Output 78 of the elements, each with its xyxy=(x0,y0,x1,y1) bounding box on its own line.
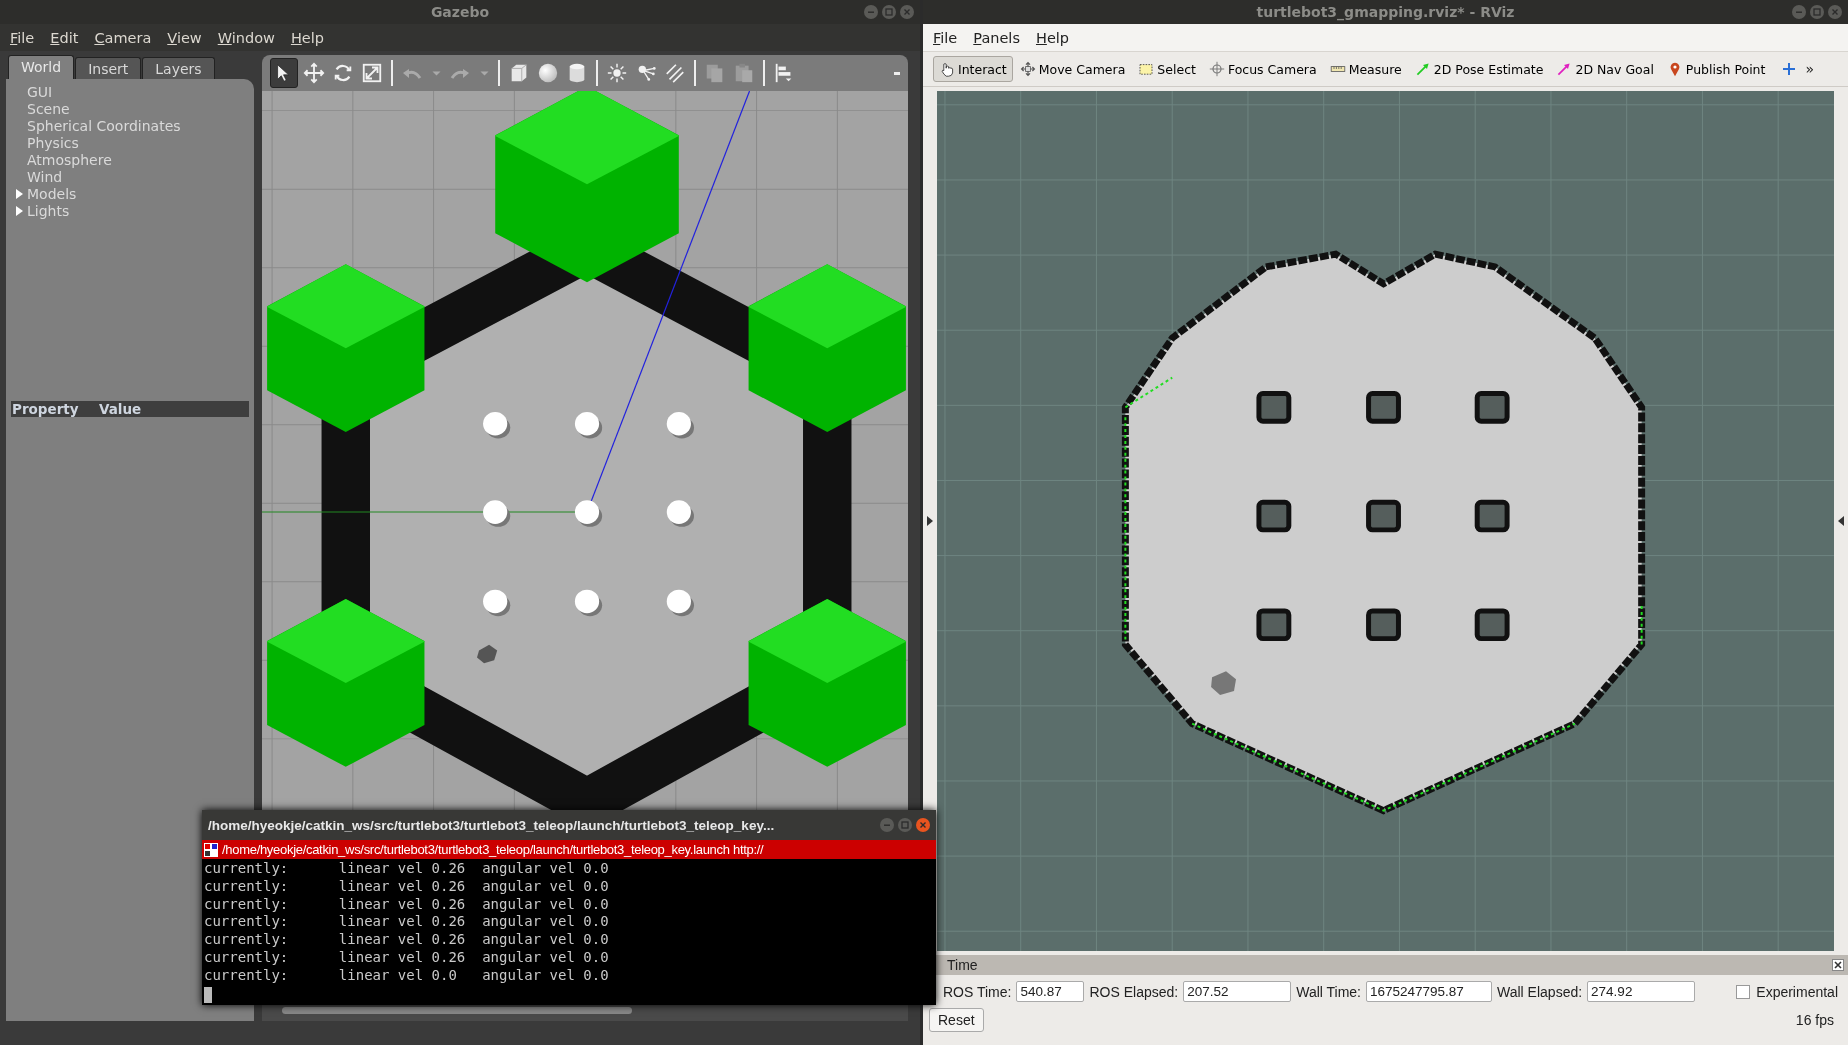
time-field[interactable]: 207.52 xyxy=(1183,981,1292,1002)
menu-item[interactable]: Panels xyxy=(967,27,1026,48)
terminal-line: currently: linear vel 0.0 angular vel 0.0 xyxy=(204,966,610,985)
rotate-tool-icon xyxy=(332,62,354,84)
reset-button[interactable]: Reset xyxy=(929,1008,984,1032)
caret-icon xyxy=(431,70,441,76)
redo-icon xyxy=(450,67,470,79)
toolbar-menu-icon[interactable] xyxy=(894,71,900,75)
terminal-line: currently: linear vel 0.26 angular vel 0.0 xyxy=(204,949,610,967)
directional-light-icon xyxy=(664,62,686,84)
goal-arrow-icon xyxy=(1556,61,1573,77)
terminal-line: currently: linear vel 0.26 angular vel 0.0 xyxy=(204,877,610,896)
tool-button[interactable]: Move Camera xyxy=(1013,56,1132,82)
scale-tool-icon xyxy=(361,62,383,84)
minimize-icon[interactable] xyxy=(1792,5,1806,19)
tool-button[interactable]: Select xyxy=(1132,56,1202,82)
menu-item[interactable]: Edit xyxy=(44,27,85,48)
minimize-icon[interactable] xyxy=(880,818,894,832)
column-header: Property xyxy=(11,401,80,417)
hand-icon xyxy=(939,61,955,77)
sphere-shape-icon xyxy=(537,62,559,84)
terminal-line: currently: linear vel 0.26 angular vel 0.0 xyxy=(204,913,610,932)
field-label: ROS Time: xyxy=(943,983,1012,1000)
field-label: Wall Time: xyxy=(1296,983,1361,1000)
tool-button[interactable]: Publish Point xyxy=(1660,56,1772,82)
menu-item[interactable]: View xyxy=(161,27,208,48)
tool-button[interactable]: Measure xyxy=(1323,56,1408,82)
close-icon[interactable] xyxy=(1832,959,1844,971)
terminal-tab-icon xyxy=(204,842,218,857)
scrollbar-thumb[interactable] xyxy=(282,1006,632,1014)
pose-arrow-icon xyxy=(1414,61,1431,77)
add-icon[interactable] xyxy=(1782,62,1797,76)
undo-icon xyxy=(402,67,422,79)
expand-arrow-icon[interactable] xyxy=(15,188,24,199)
terminal-line: currently: linear vel 0.26 angular vel 0.0 xyxy=(204,860,610,878)
window-title: /home/hyeokje/catkin_ws/src/turtlebot3/turtlebot3_teleop/launch/turtlebot3_teleop_key... xyxy=(208,817,775,833)
collapse-arrow-icon[interactable] xyxy=(1838,516,1844,526)
field-label: ROS Elapsed: xyxy=(1089,983,1179,1000)
caret-icon xyxy=(479,70,489,76)
menu-item[interactable]: Camera xyxy=(88,27,158,48)
terminal-line: currently: linear vel 0.26 angular vel 0.0 xyxy=(204,931,610,949)
tool-button[interactable]: 2D Nav Goal xyxy=(1550,56,1660,82)
sun-light-icon xyxy=(606,62,628,84)
expand-arrow-icon[interactable] xyxy=(15,205,24,216)
panel-tab[interactable]: Layers xyxy=(142,57,215,79)
menu-item[interactable]: Window xyxy=(211,27,281,48)
crosshair-icon xyxy=(1208,61,1225,77)
window-title: Gazebo xyxy=(430,4,490,20)
move-arrows-tool-icon xyxy=(303,62,325,84)
panel-title: Time xyxy=(947,957,978,973)
checkbox-label: Experimental xyxy=(1756,983,1838,1000)
selection-rectangle-icon xyxy=(1138,61,1155,77)
panel-tab[interactable]: Insert xyxy=(75,57,142,79)
tool-button[interactable]: 2D Pose Estimate xyxy=(1408,56,1550,82)
overflow-menu[interactable]: » xyxy=(1805,61,1816,77)
time-field[interactable]: 540.87 xyxy=(1016,981,1085,1002)
checkbox[interactable] xyxy=(1736,984,1751,999)
column-header: Value xyxy=(98,401,143,417)
window-title: turtlebot3_gmapping.rviz* - RViz xyxy=(1256,4,1515,20)
time-field[interactable]: 1675247795.87 xyxy=(1366,981,1492,1002)
menu-item[interactable]: Help xyxy=(284,27,330,48)
menu-item[interactable]: File xyxy=(4,27,41,48)
minimize-icon[interactable] xyxy=(864,5,878,19)
move-arrows-icon xyxy=(1019,61,1036,77)
menu-item[interactable]: File xyxy=(927,27,964,48)
pointer-tool-button[interactable] xyxy=(270,58,298,88)
terminal-line: currently: linear vel 0.26 angular vel 0.0 xyxy=(204,895,610,914)
tool-button[interactable]: Interact xyxy=(933,56,1013,82)
text-cursor xyxy=(204,986,212,1003)
menu-item[interactable]: Help xyxy=(1029,27,1076,48)
collapse-arrow-icon[interactable] xyxy=(927,516,933,526)
maximize-icon[interactable] xyxy=(1810,5,1824,19)
tool-button[interactable]: Focus Camera xyxy=(1202,56,1323,82)
field-label: Wall Elapsed: xyxy=(1497,983,1583,1000)
time-field[interactable]: 274.92 xyxy=(1587,981,1696,1002)
paste-icon xyxy=(733,62,755,84)
maximize-icon[interactable] xyxy=(882,5,896,19)
fps-readout: 16 fps xyxy=(1795,1012,1834,1028)
